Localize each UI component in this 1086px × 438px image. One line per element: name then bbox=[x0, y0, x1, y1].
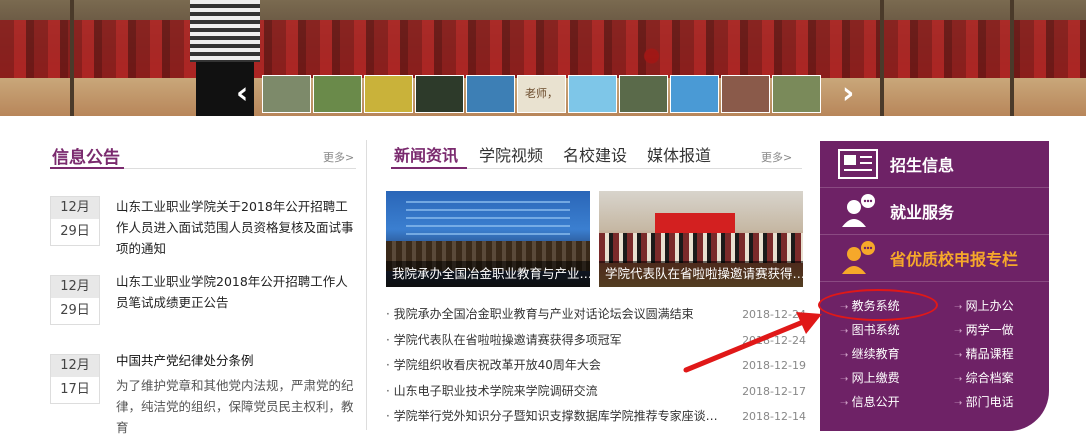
quality-school-button[interactable]: 省优质校申报专栏 bbox=[820, 235, 1049, 282]
annotation-circle bbox=[818, 289, 938, 321]
notice-date: 12月 29日 bbox=[50, 275, 100, 325]
link-quality-courses[interactable]: 精品课程 bbox=[954, 345, 1014, 362]
news-title[interactable]: 学院举行党外知识分子暨知识支撑数据库学院推荐专家座谈… bbox=[386, 404, 718, 430]
newspaper-icon bbox=[834, 144, 882, 184]
banner-tree bbox=[70, 0, 74, 116]
banner-thumbnail[interactable] bbox=[262, 75, 311, 113]
notice-item-title[interactable]: 中国共产党纪律处分条例 bbox=[116, 350, 358, 371]
thumbnail-strip: 老师， bbox=[262, 75, 821, 115]
tab-videos[interactable]: 学院视频 bbox=[479, 142, 543, 166]
annotation-arrow bbox=[683, 312, 822, 373]
tab-media[interactable]: 媒体报道 bbox=[647, 142, 711, 166]
column-divider bbox=[366, 140, 367, 430]
notice-item-excerpt: 为了维护党章和其他党内法规，严肃党的纪律，纯洁党的组织，保障党员民主权利，教育 bbox=[116, 378, 354, 435]
link-library-system[interactable]: 图书系统 bbox=[840, 321, 900, 338]
featured-news-caption[interactable]: 学院代表队在省啦啦操邀请赛获得… bbox=[599, 261, 803, 287]
featured-news-image[interactable]: 我院承办全国冶金职业教育与产业… bbox=[386, 191, 590, 287]
chevron-right-icon[interactable]: › bbox=[842, 78, 854, 110]
banner-thumbnail[interactable] bbox=[670, 75, 719, 113]
quality-school-label: 省优质校申报专栏 bbox=[890, 250, 1019, 269]
tab-news[interactable]: 新闻资讯 bbox=[394, 142, 458, 166]
quick-links-sidebar: 招生信息 就业服务 省优质校申报专栏 教务系统 网上办公 图书系统 两学一做 继… bbox=[820, 141, 1049, 431]
employment-button[interactable]: 就业服务 bbox=[820, 188, 1049, 235]
link-continuing-education[interactable]: 继续教育 bbox=[840, 345, 900, 362]
news-title[interactable]: 学院代表队在省啦啦操邀请赛获得多项冠军 bbox=[386, 328, 622, 354]
news-date: 2018-12-14 bbox=[742, 410, 806, 423]
banner-thumbnail[interactable] bbox=[415, 75, 464, 113]
active-tab-underline bbox=[391, 167, 467, 169]
person-chat-icon bbox=[834, 191, 882, 231]
link-info-disclosure[interactable]: 信息公开 bbox=[840, 393, 900, 410]
notices-title[interactable]: 信息公告 bbox=[52, 143, 120, 168]
banner-hedge bbox=[0, 20, 1086, 80]
notice-day: 29日 bbox=[60, 224, 90, 239]
notice-month: 12月 bbox=[51, 197, 99, 219]
banner-thumbnail[interactable] bbox=[772, 75, 821, 113]
banner-thumbnail[interactable] bbox=[466, 75, 515, 113]
divider bbox=[124, 168, 356, 169]
notice-date: 12月 17日 bbox=[50, 354, 100, 404]
list-item[interactable]: 学院举行党外知识分子暨知识支撑数据库学院推荐专家座谈… 2018-12-14 bbox=[386, 404, 806, 430]
admissions-button[interactable]: 招生信息 bbox=[820, 141, 1049, 188]
banner-thumbnail[interactable] bbox=[721, 75, 770, 113]
notice-month: 12月 bbox=[51, 355, 99, 377]
notice-date: 12月 29日 bbox=[50, 196, 100, 246]
link-archives[interactable]: 综合档案 bbox=[954, 369, 1014, 386]
featured-news-caption[interactable]: 我院承办全国冶金职业教育与产业… bbox=[386, 261, 590, 287]
notices-more-link[interactable]: 更多> bbox=[323, 149, 354, 165]
featured-news-image[interactable]: 学院代表队在省啦啦操邀请赛获得… bbox=[599, 191, 803, 287]
banner-thumbnail[interactable]: 老师， bbox=[517, 75, 566, 113]
news-date: 2018-12-17 bbox=[742, 384, 806, 398]
notice-item[interactable]: 山东工业职业学院2018年公开招聘工作人员笔试成绩更正公告 bbox=[116, 271, 358, 313]
notices-title-underline bbox=[50, 167, 124, 169]
banner-thumbnail[interactable] bbox=[619, 75, 668, 113]
notice-month: 12月 bbox=[51, 276, 99, 298]
banner-slideshow: ‹ 老师， › bbox=[0, 0, 1086, 116]
employment-label: 就业服务 bbox=[890, 203, 955, 222]
link-two-studies[interactable]: 两学一做 bbox=[954, 321, 1014, 338]
banner-thumbnail[interactable] bbox=[568, 75, 617, 113]
news-title[interactable]: 我院承办全国冶金职业教育与产业对话论坛会议圆满结束 bbox=[386, 302, 694, 328]
link-online-office[interactable]: 网上办公 bbox=[954, 297, 1014, 314]
banner-thumbnail[interactable] bbox=[313, 75, 362, 113]
chevron-left-icon[interactable]: ‹ bbox=[236, 78, 248, 110]
notice-item[interactable]: 山东工业职业学院关于2018年公开招聘工作人员进入面试范围人员资格复核及面试事项… bbox=[116, 196, 358, 259]
banner-thumbnail[interactable] bbox=[364, 75, 413, 113]
notice-day: 17日 bbox=[60, 382, 90, 397]
link-online-payment[interactable]: 网上缴费 bbox=[840, 369, 900, 386]
news-title[interactable]: 山东电子职业技术学院来学院调研交流 bbox=[386, 379, 598, 405]
admissions-label: 招生信息 bbox=[890, 156, 955, 175]
link-department-phone[interactable]: 部门电话 bbox=[954, 393, 1014, 410]
news-title[interactable]: 学院组织收看庆祝改革开放40周年大会 bbox=[386, 353, 601, 379]
banner-tree bbox=[1010, 0, 1014, 116]
notice-day: 29日 bbox=[60, 303, 90, 318]
banner-tree bbox=[880, 0, 884, 116]
divider bbox=[467, 168, 802, 169]
tab-school-building[interactable]: 名校建设 bbox=[563, 142, 627, 166]
list-item[interactable]: 山东电子职业技术学院来学院调研交流 2018-12-17 bbox=[386, 379, 806, 405]
person-chat-orange-icon bbox=[834, 238, 882, 278]
news-more-link[interactable]: 更多> bbox=[761, 149, 792, 165]
